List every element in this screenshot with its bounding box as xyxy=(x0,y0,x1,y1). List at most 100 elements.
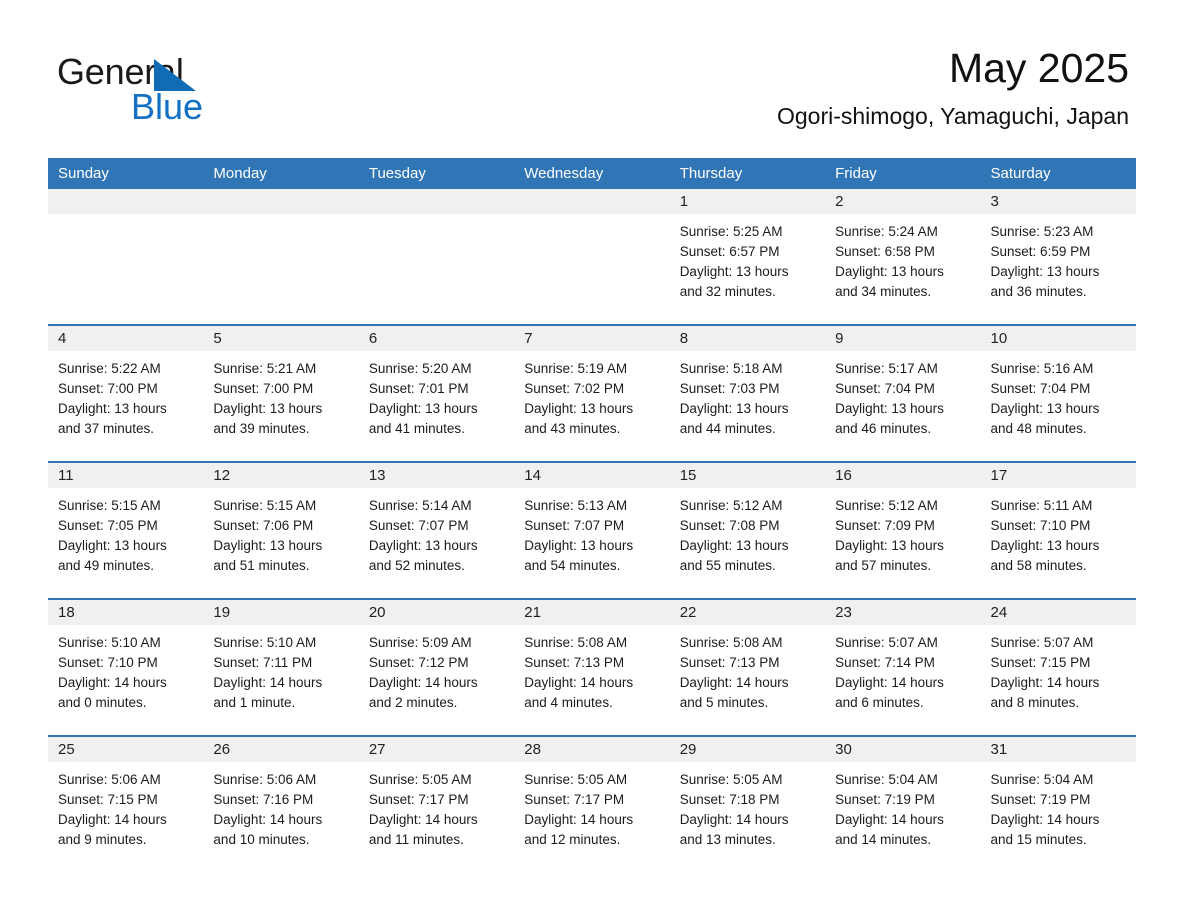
sunset-text: Sunset: 7:10 PM xyxy=(58,655,158,670)
daylight-text-line2: and 55 minutes. xyxy=(679,558,776,573)
sunrise-text: Sunrise: 5:08 AM xyxy=(524,635,628,650)
daylight-text-line2: and 5 minutes. xyxy=(679,695,769,710)
daylight-text-line1: Daylight: 14 hours xyxy=(835,675,944,690)
daylight-text-line2: and 36 minutes. xyxy=(990,284,1087,299)
day-details: Sunrise: 5:12 AM Sunset: 7:09 PM Dayligh… xyxy=(825,488,980,576)
day-number: 12 xyxy=(203,463,359,488)
day-number: 30 xyxy=(825,737,981,762)
sunset-text: Sunset: 7:00 PM xyxy=(58,381,158,396)
sunset-text: Sunset: 7:15 PM xyxy=(58,792,158,807)
day-number: 1 xyxy=(669,189,826,214)
day-details: Sunrise: 5:05 AM Sunset: 7:18 PM Dayligh… xyxy=(670,762,825,850)
sunset-text: Sunset: 6:58 PM xyxy=(835,244,935,259)
day-cell[interactable]: 8 Sunrise: 5:18 AM Sunset: 7:03 PM Dayli… xyxy=(669,324,826,462)
day-cell[interactable]: 20 Sunrise: 5:09 AM Sunset: 7:12 PM Dayl… xyxy=(358,598,515,736)
daylight-text-line1: Daylight: 14 hours xyxy=(524,812,634,827)
day-number: 26 xyxy=(203,737,359,762)
day-details: Sunrise: 5:07 AM Sunset: 7:15 PM Dayligh… xyxy=(981,625,1136,713)
day-cell[interactable]: 30 Sunrise: 5:04 AM Sunset: 7:19 PM Dayl… xyxy=(825,735,981,872)
calendar-page: General Blue May 2025 Ogori-shimogo, Yam… xyxy=(0,0,1188,918)
day-number: 4 xyxy=(48,326,204,351)
day-number xyxy=(48,189,204,214)
day-cell[interactable]: 11 Sunrise: 5:15 AM Sunset: 7:05 PM Dayl… xyxy=(48,461,204,599)
sunset-text: Sunset: 7:13 PM xyxy=(679,655,780,670)
day-cell[interactable]: 5 Sunrise: 5:21 AM Sunset: 7:00 PM Dayli… xyxy=(203,324,359,462)
sunset-text: Sunset: 7:18 PM xyxy=(679,792,780,807)
day-cell[interactable]: 31 Sunrise: 5:04 AM Sunset: 7:19 PM Dayl… xyxy=(980,735,1136,872)
day-details: Sunrise: 5:21 AM Sunset: 7:00 PM Dayligh… xyxy=(203,351,358,439)
generalblue-logo[interactable]: General Blue xyxy=(57,52,377,127)
sunrise-text: Sunrise: 5:10 AM xyxy=(58,635,161,650)
day-cell[interactable]: 10 Sunrise: 5:16 AM Sunset: 7:04 PM Dayl… xyxy=(980,324,1136,462)
daylight-text-line2: and 8 minutes. xyxy=(990,695,1080,710)
day-number: 18 xyxy=(48,600,204,625)
day-cell[interactable]: 17 Sunrise: 5:11 AM Sunset: 7:10 PM Dayl… xyxy=(980,461,1136,599)
sunset-text: Sunset: 7:12 PM xyxy=(368,655,469,670)
day-cell[interactable]: 6 Sunrise: 5:20 AM Sunset: 7:01 PM Dayli… xyxy=(358,324,515,462)
day-cell[interactable]: 25 Sunrise: 5:06 AM Sunset: 7:15 PM Dayl… xyxy=(48,735,204,872)
sunset-text: Sunset: 7:19 PM xyxy=(990,792,1091,807)
daylight-text-line1: Daylight: 13 hours xyxy=(679,538,789,553)
daylight-text-line2: and 9 minutes. xyxy=(58,832,147,847)
sunrise-text: Sunrise: 5:20 AM xyxy=(368,361,472,376)
daylight-text-line2: and 46 minutes. xyxy=(835,421,932,436)
day-number: 3 xyxy=(980,189,1136,214)
sunset-text: Sunset: 6:59 PM xyxy=(990,244,1091,259)
day-details: Sunrise: 5:12 AM Sunset: 7:08 PM Dayligh… xyxy=(670,488,825,576)
day-cell[interactable]: 29 Sunrise: 5:05 AM Sunset: 7:18 PM Dayl… xyxy=(669,735,826,872)
sunset-text: Sunset: 6:57 PM xyxy=(679,244,780,259)
daylight-text-line2: and 51 minutes. xyxy=(213,558,310,573)
sunset-text: Sunset: 7:10 PM xyxy=(990,518,1091,533)
day-details: Sunrise: 5:08 AM Sunset: 7:13 PM Dayligh… xyxy=(514,625,669,713)
day-details: Sunrise: 5:07 AM Sunset: 7:14 PM Dayligh… xyxy=(825,625,980,713)
sunset-text: Sunset: 7:15 PM xyxy=(990,655,1091,670)
day-details: Sunrise: 5:11 AM Sunset: 7:10 PM Dayligh… xyxy=(981,488,1136,576)
sunrise-text: Sunrise: 5:21 AM xyxy=(213,361,317,376)
daylight-text-line1: Daylight: 14 hours xyxy=(679,675,789,690)
day-cell[interactable]: 15 Sunrise: 5:12 AM Sunset: 7:08 PM Dayl… xyxy=(669,461,826,599)
daylight-text-line1: Daylight: 14 hours xyxy=(58,675,167,690)
day-number: 7 xyxy=(514,326,670,351)
day-cell[interactable]: 2 Sunrise: 5:24 AM Sunset: 6:58 PM Dayli… xyxy=(825,189,981,325)
day-cell[interactable]: 18 Sunrise: 5:10 AM Sunset: 7:10 PM Dayl… xyxy=(48,598,204,736)
weekday-header-saturday: Saturday xyxy=(980,158,1136,189)
day-cell[interactable]: 22 Sunrise: 5:08 AM Sunset: 7:13 PM Dayl… xyxy=(669,598,826,736)
day-cell[interactable]: 14 Sunrise: 5:13 AM Sunset: 7:07 PM Dayl… xyxy=(514,461,670,599)
day-cell[interactable]: 16 Sunrise: 5:12 AM Sunset: 7:09 PM Dayl… xyxy=(825,461,981,599)
page-subtitle: Ogori-shimogo, Yamaguchi, Japan xyxy=(776,103,1129,129)
day-cell[interactable]: 9 Sunrise: 5:17 AM Sunset: 7:04 PM Dayli… xyxy=(825,324,981,462)
sunrise-text: Sunrise: 5:24 AM xyxy=(835,224,938,239)
day-cell[interactable]: 7 Sunrise: 5:19 AM Sunset: 7:02 PM Dayli… xyxy=(514,324,670,462)
day-details: Sunrise: 5:09 AM Sunset: 7:12 PM Dayligh… xyxy=(359,625,514,713)
day-cell[interactable]: 21 Sunrise: 5:08 AM Sunset: 7:13 PM Dayl… xyxy=(514,598,670,736)
calendar-header-row: Sunday Monday Tuesday Wednesday Thursday… xyxy=(48,158,1136,189)
day-cell[interactable]: 24 Sunrise: 5:07 AM Sunset: 7:15 PM Dayl… xyxy=(980,598,1136,736)
daylight-text-line1: Daylight: 14 hours xyxy=(213,675,323,690)
calendar-week-row: 11 Sunrise: 5:15 AM Sunset: 7:05 PM Dayl… xyxy=(48,461,1136,599)
day-cell[interactable]: 13 Sunrise: 5:14 AM Sunset: 7:07 PM Dayl… xyxy=(358,461,515,599)
sunrise-text: Sunrise: 5:17 AM xyxy=(835,361,938,376)
day-details: Sunrise: 5:04 AM Sunset: 7:19 PM Dayligh… xyxy=(825,762,980,850)
sunset-text: Sunset: 7:17 PM xyxy=(524,792,625,807)
day-cell[interactable]: 27 Sunrise: 5:05 AM Sunset: 7:17 PM Dayl… xyxy=(358,735,515,872)
day-cell[interactable]: 23 Sunrise: 5:07 AM Sunset: 7:14 PM Dayl… xyxy=(825,598,981,736)
day-cell[interactable]: 28 Sunrise: 5:05 AM Sunset: 7:17 PM Dayl… xyxy=(514,735,670,872)
day-cell[interactable]: 19 Sunrise: 5:10 AM Sunset: 7:11 PM Dayl… xyxy=(203,598,359,736)
day-cell[interactable]: 3 Sunrise: 5:23 AM Sunset: 6:59 PM Dayli… xyxy=(980,189,1136,325)
day-number: 17 xyxy=(980,463,1136,488)
day-number: 20 xyxy=(358,600,515,625)
day-cell[interactable]: 26 Sunrise: 5:06 AM Sunset: 7:16 PM Dayl… xyxy=(203,735,359,872)
day-number: 27 xyxy=(358,737,515,762)
day-number: 23 xyxy=(825,600,981,625)
day-details: Sunrise: 5:19 AM Sunset: 7:02 PM Dayligh… xyxy=(514,351,669,439)
calendar-week-row: 1 Sunrise: 5:25 AM Sunset: 6:57 PM Dayli… xyxy=(48,189,1136,325)
day-number: 24 xyxy=(980,600,1136,625)
day-cell[interactable]: 4 Sunrise: 5:22 AM Sunset: 7:00 PM Dayli… xyxy=(48,324,204,462)
day-number: 29 xyxy=(669,737,826,762)
day-cell[interactable]: 12 Sunrise: 5:15 AM Sunset: 7:06 PM Dayl… xyxy=(203,461,359,599)
sunrise-text: Sunrise: 5:16 AM xyxy=(990,361,1094,376)
sunrise-text: Sunrise: 5:22 AM xyxy=(58,361,161,376)
day-cell[interactable]: 1 Sunrise: 5:25 AM Sunset: 6:57 PM Dayli… xyxy=(669,189,826,325)
day-details: Sunrise: 5:17 AM Sunset: 7:04 PM Dayligh… xyxy=(825,351,980,439)
daylight-text-line2: and 52 minutes. xyxy=(368,558,465,573)
